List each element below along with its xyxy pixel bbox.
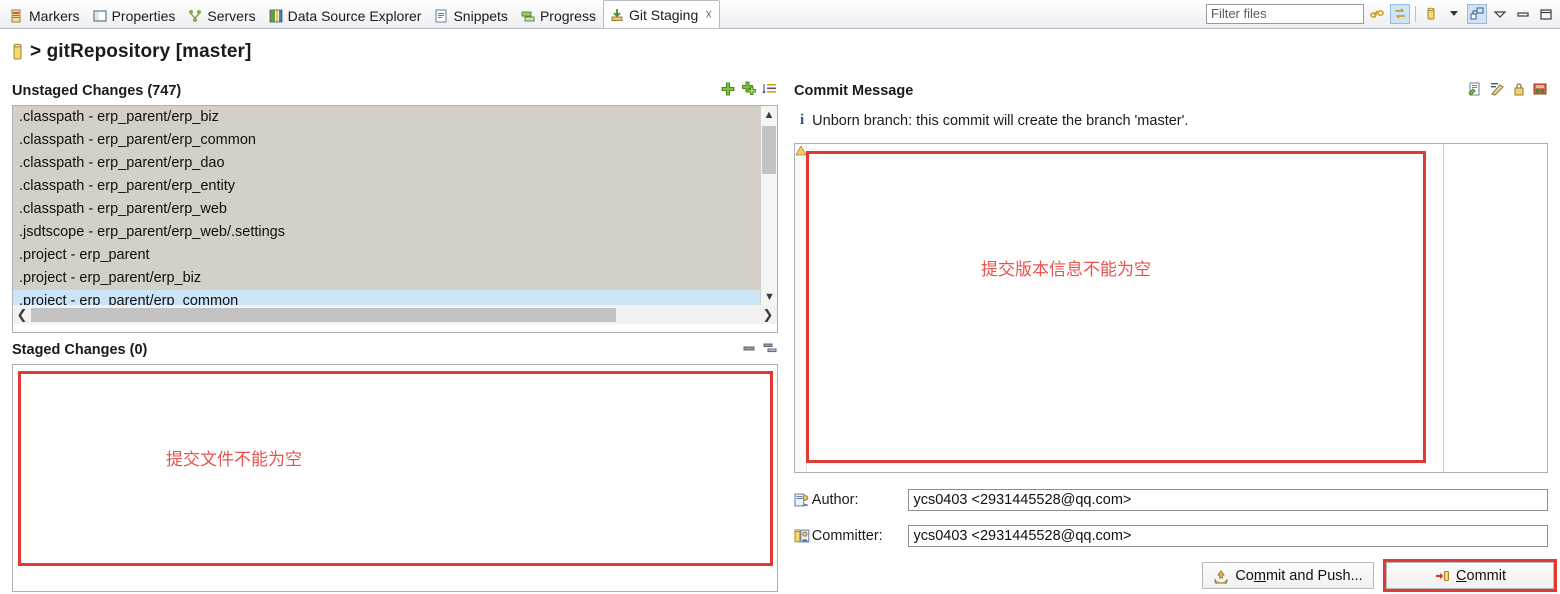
dropdown-caret-icon[interactable] (1444, 4, 1464, 24)
tab-progress[interactable]: Progress (515, 3, 603, 28)
staged-changes-header: Staged Changes (0) (12, 339, 778, 361)
page-title: > gitRepository [master] (30, 41, 252, 62)
scroll-down-icon[interactable]: ▼ (761, 288, 778, 305)
data-source-explorer-icon (268, 8, 284, 24)
staged-toolbar (741, 340, 778, 361)
tab-properties[interactable]: Properties (87, 3, 183, 28)
unstaged-changes-header: Unstaged Changes (747) (12, 80, 778, 102)
tab-label: Markers (29, 7, 80, 24)
commit-message-header: Commit Message (794, 80, 1548, 102)
servers-icon (187, 8, 203, 24)
link-with-editor-icon[interactable] (1367, 4, 1387, 24)
list-item[interactable]: .project - erp_parent (13, 244, 760, 267)
author-label: Author: (811, 492, 859, 508)
maximize-view-icon[interactable] (1536, 4, 1556, 24)
author-field[interactable] (908, 489, 1548, 511)
unborn-branch-info-text: Unborn branch: this commit will create t… (812, 112, 1189, 129)
presentation-toggle-icon[interactable] (1467, 3, 1487, 24)
amend-commit-icon[interactable] (1467, 81, 1484, 102)
tab-data-source-explorer[interactable]: Data Source Explorer (263, 3, 429, 28)
committer-field[interactable] (908, 525, 1548, 547)
tab-servers[interactable]: Servers (182, 3, 262, 28)
scroll-right-icon[interactable]: ❯ (759, 307, 777, 323)
unstaged-toolbar (720, 81, 778, 102)
staged-changes-title: Staged Changes (0) (12, 342, 148, 358)
staged-changes-annotation: 提交文件不能为空 (166, 450, 302, 470)
warning-marker-icon (796, 146, 806, 156)
commit-message-toolbar (1467, 81, 1548, 102)
commit-message-highlight (806, 151, 1426, 463)
committer-icon (794, 529, 810, 543)
search-input[interactable] (1206, 3, 1364, 24)
list-item[interactable]: .classpath - erp_parent/erp_web (13, 198, 760, 221)
author-icon (794, 493, 809, 507)
commit-and-push-button[interactable]: Commit and Push... (1202, 562, 1374, 589)
list-item[interactable]: .project - erp_parent/erp_common (13, 290, 760, 305)
list-item[interactable]: .classpath - erp_parent/erp_entity (13, 175, 760, 198)
repository-icon (13, 43, 22, 60)
remove-from-index-icon[interactable] (741, 340, 757, 361)
close-icon[interactable]: ☓ (705, 7, 712, 23)
editor-divider (1443, 144, 1444, 472)
list-item[interactable]: .project - erp_parent/erp_biz (13, 267, 760, 290)
commit-message-annotation: 提交版本信息不能为空 (981, 260, 1151, 280)
scroll-up-icon[interactable]: ▲ (761, 106, 777, 123)
remove-all-from-index-icon[interactable] (762, 340, 778, 361)
list-item[interactable]: .classpath - erp_parent/erp_biz (13, 106, 760, 129)
toolbar-separator (1415, 5, 1416, 22)
tab-label: Data Source Explorer (287, 7, 422, 24)
add-all-to-index-icon[interactable] (741, 81, 757, 102)
tab-label: Servers (207, 7, 256, 24)
push-icon (1214, 569, 1228, 584)
sign-commit-icon[interactable] (1511, 81, 1527, 102)
list-item[interactable]: .classpath - erp_parent/erp_common (13, 129, 760, 152)
info-icon: i (800, 112, 805, 128)
staged-changes-highlight (18, 371, 773, 566)
view-toolbar (1206, 0, 1560, 28)
list-item[interactable]: .classpath - erp_parent/erp_dao (13, 152, 760, 175)
scroll-left-icon[interactable]: ❮ (13, 307, 31, 323)
unborn-branch-info: i Unborn branch: this commit will create… (800, 112, 1188, 129)
tab-snippets[interactable]: Snippets (428, 3, 514, 28)
snippets-icon (433, 8, 449, 24)
git-staging-icon (611, 8, 623, 21)
signed-off-by-icon[interactable] (1489, 81, 1506, 102)
properties-icon (92, 8, 108, 24)
unstaged-vertical-scrollbar[interactable]: ▲ ▼ (760, 106, 777, 305)
markers-icon (9, 8, 25, 24)
unstaged-file-list[interactable]: .classpath - erp_parent/erp_biz .classpa… (13, 106, 760, 305)
view-tabs: Markers Properties Servers Data Source E… (0, 0, 721, 28)
minimize-view-icon[interactable] (1513, 4, 1533, 24)
view-menu-icon[interactable] (1490, 4, 1510, 24)
committer-label: Committer: (811, 528, 883, 544)
commit-button-highlight (1383, 559, 1557, 592)
tab-label: Git Staging (628, 6, 699, 23)
vertical-scrollbar-thumb[interactable] (762, 126, 776, 174)
breadcrumb: > gitRepository [master] (0, 29, 1560, 75)
unstaged-horizontal-scrollbar[interactable]: ❮ ❯ (13, 305, 777, 324)
repository-icon[interactable] (1421, 4, 1441, 24)
unstaged-changes-title: Unstaged Changes (747) (12, 83, 182, 99)
commit-message-title: Commit Message (794, 83, 914, 99)
tab-label: Snippets (453, 7, 508, 24)
progress-icon (521, 11, 535, 21)
sort-presentation-icon[interactable] (762, 81, 778, 102)
tab-label: Properties (111, 7, 176, 24)
author-row: Author: (794, 487, 1548, 513)
add-change-id-icon[interactable] (1532, 81, 1548, 102)
list-item[interactable]: .jsdtscope - erp_parent/erp_web/.setting… (13, 221, 760, 244)
view-tab-bar: Markers Properties Servers Data Source E… (0, 0, 1560, 29)
commit-and-push-label: Commit and Push... (1235, 567, 1363, 584)
committer-row: Committer: (794, 523, 1548, 549)
tab-git-staging[interactable]: Git Staging ☓ (602, 0, 721, 28)
tab-label: Progress (539, 7, 596, 24)
unstaged-changes-panel: .classpath - erp_parent/erp_biz .classpa… (12, 105, 778, 333)
add-to-index-icon[interactable] (720, 81, 736, 102)
horizontal-scrollbar-thumb[interactable] (31, 307, 616, 322)
refresh-sync-icon[interactable] (1390, 3, 1410, 24)
tab-markers[interactable]: Markers (4, 3, 87, 28)
